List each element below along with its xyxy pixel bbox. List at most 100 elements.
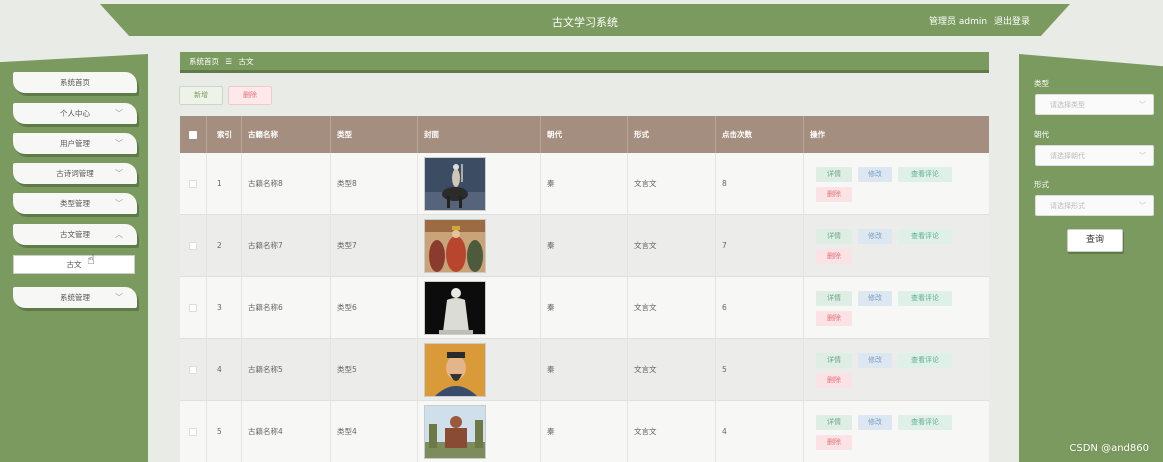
cell-name: 古籍名称4 [242, 401, 331, 462]
column-header-index[interactable]: 索引 [207, 116, 242, 153]
chevron-down-icon: ﹀ [115, 109, 123, 118]
table-row: 3 古籍名称6 类型6 秦 文言文 6 详情 修改 查看评论 删除 [180, 277, 989, 339]
chevron-down-icon: ﹀ [1139, 202, 1146, 210]
view-comments-button[interactable]: 查看评论 [898, 353, 952, 368]
row-select-cell [180, 153, 207, 214]
add-button[interactable]: 新增 [179, 86, 223, 105]
row-checkbox[interactable] [189, 303, 197, 312]
edit-button[interactable]: 修改 [858, 167, 892, 182]
cell-dynasty: 秦 [541, 401, 628, 462]
cell-index: 3 [207, 277, 242, 338]
cell-name: 古籍名称5 [242, 339, 331, 400]
cell-type: 类型7 [331, 215, 418, 276]
cell-index: 2 [207, 215, 242, 276]
cell-type: 类型6 [331, 277, 418, 338]
cell-clicks: 4 [716, 401, 804, 462]
sidebar-item-label: 系统首页 [60, 78, 90, 87]
column-header-form[interactable]: 形式 [628, 116, 716, 153]
form-filter-placeholder: 请选择形式 [1050, 202, 1085, 210]
view-comments-button[interactable]: 查看评论 [898, 229, 952, 244]
detail-button[interactable]: 详情 [816, 291, 852, 306]
edit-button[interactable]: 修改 [858, 229, 892, 244]
cell-cover [418, 215, 541, 276]
row-checkbox[interactable] [189, 365, 197, 374]
sidebar-item-personal-center[interactable]: 个人中心 ﹀ [13, 103, 137, 124]
cell-actions: 详情 修改 查看评论 删除 [804, 339, 989, 400]
form-filter-select[interactable]: 请选择形式 ﹀ [1035, 195, 1154, 216]
edit-button[interactable]: 修改 [858, 291, 892, 306]
sidebar-item-label: 个人中心 [60, 109, 90, 118]
sidebar-item-classical-text-management[interactable]: 古文管理 ︿ [13, 224, 137, 245]
header-user-area: 管理员 admin 退出登录 [925, 14, 1030, 27]
cell-form: 文言文 [628, 401, 716, 462]
row-select-cell [180, 401, 207, 462]
column-header-name[interactable]: 古籍名称 [242, 116, 331, 153]
delete-button[interactable]: 删除 [816, 249, 852, 264]
type-filter-placeholder: 请选择类型 [1050, 101, 1085, 109]
cell-name: 古籍名称7 [242, 215, 331, 276]
row-checkbox[interactable] [189, 179, 197, 188]
cell-actions: 详情 修改 查看评论 删除 [804, 401, 989, 462]
dynasty-filter-select[interactable]: 请选择朝代 ﹀ [1035, 145, 1154, 166]
sidebar-item-type-management[interactable]: 类型管理 ﹀ [13, 193, 137, 214]
row-checkbox[interactable] [189, 241, 197, 250]
view-comments-button[interactable]: 查看评论 [898, 291, 952, 306]
edit-button[interactable]: 修改 [858, 415, 892, 430]
breadcrumb: 系统首页 ☰ 古文 [180, 52, 989, 73]
type-filter-select[interactable]: 请选择类型 ﹀ [1035, 94, 1154, 115]
cell-index: 1 [207, 153, 242, 214]
logout-link[interactable]: 退出登录 [994, 17, 1030, 27]
column-header-type[interactable]: 类型 [331, 116, 418, 153]
admin-role-label: 管理员 admin [929, 17, 988, 27]
sidebar-item-system-management[interactable]: 系统管理 ﹀ [13, 287, 137, 308]
sidebar-item-label: 用户管理 [60, 139, 90, 148]
detail-button[interactable]: 详情 [816, 167, 852, 182]
hand-cursor-icon: ☝ [87, 253, 95, 268]
cell-cover [418, 339, 541, 400]
table-row: 4 古籍名称5 类型5 秦 文言文 5 详情 修改 查看评论 删除 [180, 339, 989, 401]
cover-image-sage-portrait [424, 342, 486, 397]
watermark: CSDN @and860 [1069, 443, 1149, 454]
classical-text-table: 索引 古籍名称 类型 封面 朝代 形式 点击次数 操作 1 古籍名称 8 类型8 [180, 116, 989, 462]
row-checkbox[interactable] [189, 427, 197, 436]
cell-type: 类型4 [331, 401, 418, 462]
cell-index: 4 [207, 339, 242, 400]
cell-clicks: 5 [716, 339, 804, 400]
cell-clicks: 6 [716, 277, 804, 338]
column-header-dynasty[interactable]: 朝代 [541, 116, 628, 153]
dynasty-filter-label: 朝代 [1034, 130, 1049, 139]
delete-button[interactable]: 删除 [816, 373, 852, 388]
chevron-down-icon: ﹀ [115, 199, 123, 208]
cell-clicks: 8 [716, 153, 804, 214]
detail-button[interactable]: 详情 [816, 415, 852, 430]
edit-button[interactable]: 修改 [858, 353, 892, 368]
select-all-checkbox[interactable] [189, 130, 197, 139]
cell-cover [418, 277, 541, 338]
batch-delete-button[interactable]: 删除 [228, 86, 272, 105]
column-header-actions: 操作 [810, 130, 825, 139]
cell-type: 类型8 [331, 153, 418, 214]
sidebar-item-home[interactable]: 系统首页 [13, 72, 137, 93]
breadcrumb-home[interactable]: 系统首页 [189, 57, 219, 66]
chevron-down-icon: ﹀ [115, 293, 123, 302]
cell-actions: 详情 修改 查看评论 删除 [804, 277, 989, 338]
sidebar-subitem-classical-text[interactable]: 古文 [13, 255, 135, 274]
delete-button[interactable]: 删除 [816, 311, 852, 326]
detail-button[interactable]: 详情 [816, 229, 852, 244]
delete-button[interactable]: 删除 [816, 435, 852, 450]
sidebar-item-poetry-management[interactable]: 古诗词管理 ﹀ [13, 163, 137, 184]
table-header-row: 索引 古籍名称 类型 封面 朝代 形式 点击次数 操作 [180, 116, 989, 153]
delete-button[interactable]: 删除 [816, 187, 852, 202]
chevron-up-icon: ︿ [115, 230, 123, 239]
search-panel [1019, 54, 1163, 462]
view-comments-button[interactable]: 查看评论 [898, 415, 952, 430]
detail-button[interactable]: 详情 [816, 353, 852, 368]
column-header-clicks[interactable]: 点击次数 [716, 116, 804, 153]
view-comments-button[interactable]: 查看评论 [898, 167, 952, 182]
search-button[interactable]: 查询 [1067, 229, 1123, 252]
cell-clicks: 7 [716, 215, 804, 276]
sidebar-item-user-management[interactable]: 用户管理 ﹀ [13, 133, 137, 154]
table-row: 1 古籍名称8 类型8 秦 文言文 8 详情 修改 查看评论 删除 [180, 153, 989, 215]
row-select-cell [180, 277, 207, 338]
column-header-cover: 封面 [418, 116, 541, 153]
